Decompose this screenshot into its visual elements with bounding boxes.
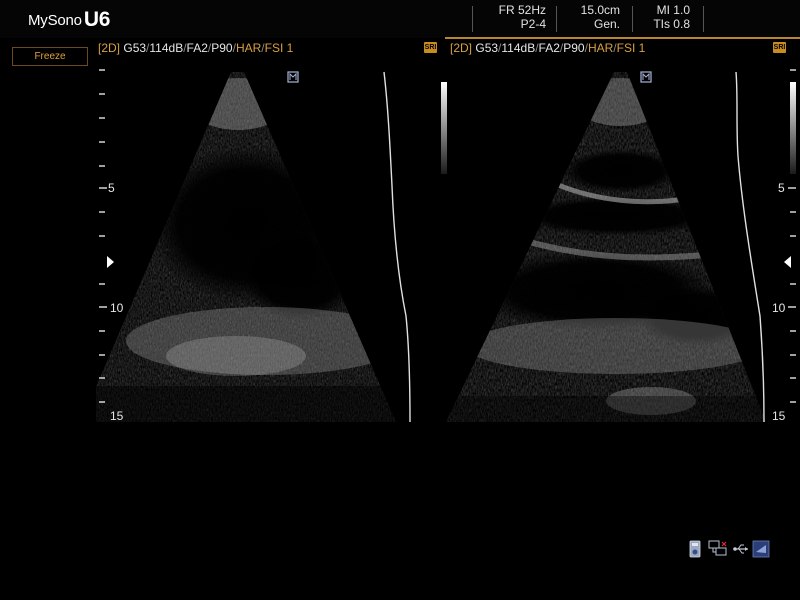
left-sector-image [96,72,396,422]
frame-rate: FR 52Hz [498,3,546,17]
ecg-trace [383,71,411,423]
sri-badge-icon: SRI [424,42,437,53]
active-image-indicator [445,37,800,39]
orientation-marker-glyph [289,72,297,80]
depth-label: 10 [110,301,124,315]
mode-tag: [2D] [98,41,121,55]
header-divider [472,6,473,32]
depth-value: 15.0cm [580,3,620,17]
power: P90 [563,41,585,55]
brand-model: U6 [83,8,111,31]
header-divider [556,6,557,32]
depth-label: 15 [772,409,786,423]
left-ultrasound-image[interactable] [96,66,416,428]
gain: G53 [475,41,499,55]
orientation-marker-glyph [642,72,650,80]
gain: G53 [123,41,147,55]
mechanical-index: MI 1.0 [656,3,690,17]
right-ultrasound-image[interactable] [446,66,766,428]
header-divider [632,6,633,32]
sri-badge-icon: SRI [773,42,786,53]
probe-preset: P2-4 [520,17,546,31]
power: P90 [211,41,233,55]
focus-marker-icon[interactable] [107,256,114,268]
top-bar: MySonoU6 FR 52Hz P2-4 15.0cm Gen. MI 1.0… [0,0,800,38]
header-divider [703,6,704,32]
storage-icon[interactable] [688,540,702,563]
mode-tag: [2D] [450,41,473,55]
dynamic-range: 114dB [149,41,184,55]
imaging-mode: Gen. [593,17,620,31]
harmonic: HAR [235,41,262,55]
dynamic-range: 114dB [501,41,536,55]
frame-average: FA2 [186,41,208,55]
printer-icon[interactable] [752,540,770,563]
brand-name: MySono [28,12,82,29]
usb-icon[interactable] [732,540,750,563]
left-depth-scale: 5 10 15 [99,69,124,423]
frame-average: FA2 [538,41,560,55]
depth-label: 5 [108,181,115,195]
right-sector-image [446,72,766,422]
network-icon[interactable] [708,540,728,563]
freeze-button[interactable]: Freeze [12,47,88,66]
right-image-params: [2D] G53/114dB/FA2/P90/HAR/FSI 1 [450,41,646,55]
depth-label: 5 [778,181,785,195]
depth-label: 10 [772,301,786,315]
thermal-index: TIs 0.8 [653,17,690,31]
left-image-params: [2D] G53/114dB/FA2/P90/HAR/FSI 1 [98,41,294,55]
depth-label: 15 [110,409,124,423]
focus-marker-icon[interactable] [784,256,791,268]
gray-scale-bar [790,82,796,174]
fsi: FSI 1 [264,41,294,55]
fsi: FSI 1 [616,41,646,55]
harmonic: HAR [587,41,614,55]
brand-logo: MySonoU6 [28,7,110,31]
